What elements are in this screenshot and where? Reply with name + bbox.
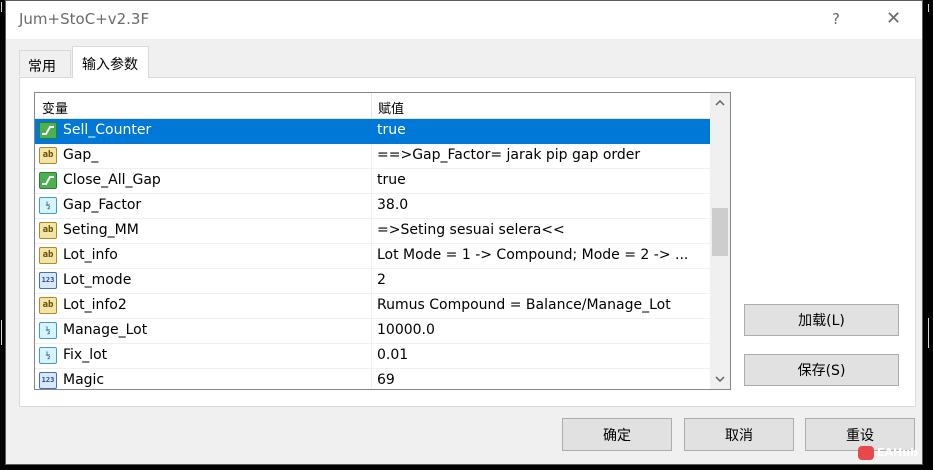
- string-icon: ab: [39, 222, 57, 239]
- parameter-name: Manage_Lot: [63, 322, 148, 338]
- cell-divider: [371, 244, 372, 269]
- watermark-text: EAHub: [877, 446, 918, 459]
- cell-divider: [371, 294, 372, 319]
- string-icon: ab: [39, 247, 57, 264]
- type-glyph: ½: [45, 201, 51, 210]
- parameter-value[interactable]: =>Seting sesuai selera<<: [377, 222, 565, 238]
- bool-icon: [39, 122, 57, 139]
- chart-tick: [928, 318, 929, 348]
- parameter-row[interactable]: ½ Gap_Factor 38.0: [35, 194, 710, 219]
- parameter-value[interactable]: 69: [377, 372, 395, 388]
- parameter-value[interactable]: true: [377, 172, 406, 188]
- type-glyph: 123: [41, 376, 55, 384]
- parameter-name: Gap_Factor: [63, 197, 142, 213]
- integer-icon: 123: [39, 272, 57, 289]
- parameter-row[interactable]: ab Seting_MM =>Seting sesuai selera<<: [35, 219, 710, 244]
- scroll-down-icon[interactable]: [710, 369, 730, 389]
- parameter-row[interactable]: Sell_Counter true: [35, 119, 710, 144]
- window-title: Jum+StoC+v2.3F: [19, 10, 150, 28]
- parameter-row[interactable]: ½ Manage_Lot 10000.0: [35, 319, 710, 344]
- double-icon: ½: [39, 197, 57, 214]
- parameter-name: Lot_info: [63, 247, 118, 263]
- parameter-value[interactable]: 10000.0: [377, 322, 435, 338]
- close-button[interactable]: ✕: [886, 8, 901, 29]
- chart-tick: [1, 2, 2, 12]
- cell-divider: [371, 344, 372, 369]
- parameter-row[interactable]: ab Lot_info2 Rumus Compound = Balance/Mana…: [35, 294, 710, 319]
- cell-divider: [371, 169, 372, 194]
- parameter-name: Seting_MM: [63, 222, 139, 238]
- string-icon: ab: [39, 147, 57, 164]
- parameter-name: Lot_info2: [63, 297, 127, 313]
- parameter-row[interactable]: Close_All_Gap true: [35, 169, 710, 194]
- parameter-row[interactable]: ab Lot_info Lot Mode = 1 -> Compound; Mode…: [35, 244, 710, 269]
- parameter-value[interactable]: ==>Gap_Factor= jarak pip gap order: [377, 147, 640, 163]
- string-icon: ab: [39, 297, 57, 314]
- column-header-value[interactable]: 赋值: [378, 98, 404, 117]
- integer-icon: 123: [39, 372, 57, 389]
- type-glyph: ½: [45, 326, 51, 335]
- cell-divider: [371, 119, 372, 144]
- load-button[interactable]: 加载(L): [744, 304, 899, 336]
- parameter-value[interactable]: Rumus Compound = Balance/Manage_Lot: [377, 297, 671, 313]
- cell-divider: [371, 269, 372, 294]
- save-button[interactable]: 保存(S): [744, 354, 899, 386]
- grid-header: 变量 赋值: [35, 93, 710, 119]
- help-button[interactable]: ?: [832, 10, 840, 28]
- cell-divider: [371, 194, 372, 219]
- column-header-variable[interactable]: 变量: [42, 98, 68, 117]
- type-glyph: 123: [41, 276, 55, 284]
- parameters-grid: 变量 赋值 Sell_Counter true ab Gap_ ==>Gap_Facto…: [34, 92, 731, 390]
- cancel-button[interactable]: 取消: [684, 418, 794, 451]
- double-icon: ½: [39, 347, 57, 364]
- vertical-scrollbar[interactable]: [710, 93, 730, 389]
- parameter-name: Fix_lot: [63, 347, 108, 363]
- title-bar[interactable]: Jum+StoC+v2.3F ? ✕: [6, 1, 922, 39]
- parameter-row[interactable]: ab Gap_ ==>Gap_Factor= jarak pip gap order: [35, 144, 710, 169]
- bool-icon: [39, 172, 57, 189]
- type-glyph: ab: [42, 300, 54, 310]
- cell-divider: [371, 319, 372, 344]
- ea-properties-dialog: Jum+StoC+v2.3F ? ✕ 常用 输入参数 变量 赋值 Sell_Co…: [5, 0, 923, 465]
- type-glyph: ab: [42, 150, 54, 160]
- cell-divider: [371, 219, 372, 244]
- column-divider[interactable]: [371, 93, 372, 118]
- parameter-row[interactable]: 123 Lot_mode 2: [35, 269, 710, 294]
- scroll-thumb[interactable]: [712, 208, 728, 256]
- type-glyph: ½: [45, 351, 51, 360]
- parameter-value[interactable]: 38.0: [377, 197, 408, 213]
- parameter-name: Lot_mode: [63, 272, 132, 288]
- parameter-name: Magic: [63, 372, 105, 388]
- parameter-value[interactable]: Lot Mode = 1 -> Compound; Mode = 2 -> ..…: [377, 247, 688, 263]
- chart-tick: [1, 320, 2, 345]
- parameter-name: Gap_: [63, 147, 99, 163]
- parameter-name: Sell_Counter: [63, 122, 152, 138]
- parameter-name: Close_All_Gap: [63, 172, 161, 188]
- cell-divider: [371, 369, 372, 389]
- parameter-value[interactable]: 2: [377, 272, 386, 288]
- scroll-up-icon[interactable]: [710, 93, 730, 113]
- ok-button[interactable]: 确定: [562, 418, 672, 451]
- parameter-row[interactable]: 123 Magic 69: [35, 369, 710, 389]
- type-glyph: ab: [42, 250, 54, 260]
- parameter-value[interactable]: 0.01: [377, 347, 408, 363]
- parameter-row[interactable]: ½ Fix_lot 0.01: [35, 344, 710, 369]
- tab-input-parameters[interactable]: 输入参数: [72, 46, 149, 78]
- watermark-logo-icon: [858, 446, 874, 460]
- tab-common[interactable]: 常用: [19, 50, 71, 76]
- double-icon: ½: [39, 322, 57, 339]
- chart-tick: [928, 4, 929, 12]
- watermark: EAHub: [858, 446, 918, 460]
- parameter-value[interactable]: true: [377, 122, 406, 138]
- type-glyph: ab: [42, 225, 54, 235]
- cell-divider: [371, 144, 372, 169]
